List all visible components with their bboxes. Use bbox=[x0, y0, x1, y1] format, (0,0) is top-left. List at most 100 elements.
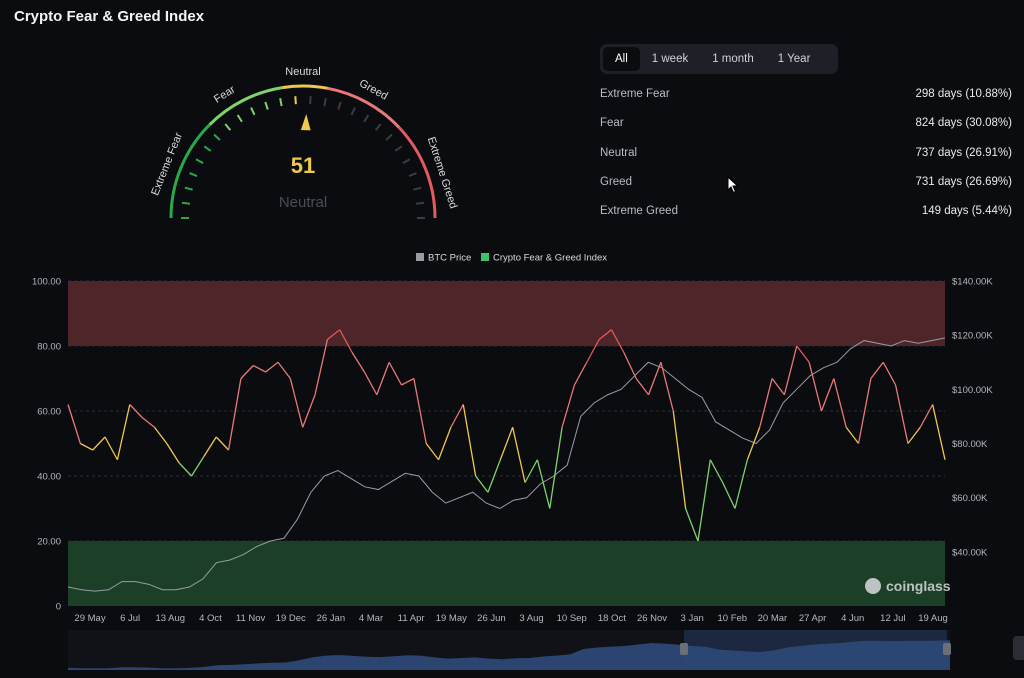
fear-greed-segment bbox=[524, 459, 538, 483]
gauge-tick bbox=[363, 114, 370, 123]
fear-greed-segment bbox=[265, 361, 279, 373]
gauge-tick bbox=[309, 96, 312, 105]
x-tick: 19 Dec bbox=[276, 613, 306, 624]
gauge-tick bbox=[294, 96, 297, 105]
gauge-tick bbox=[224, 123, 232, 131]
stat-value: 824 days (30.08%) bbox=[915, 117, 1012, 130]
gauge-tick bbox=[337, 101, 342, 110]
fear-greed-segment bbox=[437, 427, 452, 460]
gauge-tick bbox=[213, 133, 221, 141]
fear-greed-line bbox=[67, 329, 946, 542]
tab-1-week[interactable]: 1 week bbox=[640, 47, 700, 71]
stat-row-neutral: Neutral 737 days (26.91%) bbox=[600, 147, 1012, 176]
fear-greed-segment bbox=[709, 459, 724, 483]
gauge-pointer bbox=[300, 114, 311, 131]
fear-greed-segment bbox=[215, 436, 230, 451]
gauge-value: 51 bbox=[291, 153, 315, 178]
y-right-tick: $80.00K bbox=[952, 439, 988, 450]
fear-greed-segment bbox=[697, 459, 711, 542]
stat-label: Extreme Fear bbox=[600, 88, 670, 100]
scroll-handle[interactable] bbox=[1013, 636, 1024, 660]
fear-greed-segment bbox=[573, 361, 588, 386]
gauge-tick bbox=[385, 133, 393, 141]
page-title: Crypto Fear & Greed Index bbox=[14, 8, 205, 25]
y-left-tick: 60.00 bbox=[37, 407, 61, 418]
navigator-handle-right bbox=[943, 643, 951, 655]
x-tick: 3 Jan bbox=[681, 613, 704, 624]
fear-greed-segment bbox=[684, 508, 699, 542]
fear-greed-segment bbox=[351, 352, 365, 373]
x-tick: 12 Jul bbox=[880, 613, 905, 624]
stat-value: 737 days (26.91%) bbox=[915, 146, 1012, 159]
fear-greed-segment bbox=[190, 456, 205, 477]
gauge-zone-label: Extreme Fear bbox=[149, 131, 185, 198]
fear-greed-segment bbox=[104, 436, 118, 461]
zone-band-extreme-greed bbox=[68, 281, 945, 346]
fear-greed-segment bbox=[894, 384, 909, 444]
tab-1-year[interactable]: 1 Year bbox=[766, 47, 823, 71]
fear-greed-segment bbox=[647, 362, 662, 395]
y-left-tick: 80.00 bbox=[37, 342, 61, 353]
gauge-zone-label: Neutral bbox=[285, 66, 320, 78]
sentiment-stats: Extreme Fear 298 days (10.88%) Fear 824 … bbox=[600, 88, 1012, 234]
gauge-tick bbox=[394, 145, 403, 152]
x-tick: 6 Jul bbox=[120, 613, 140, 624]
x-tick: 20 Mar bbox=[758, 613, 788, 624]
gauge-tick bbox=[236, 114, 243, 123]
fear-greed-segment bbox=[67, 404, 81, 444]
gauge-tick bbox=[184, 186, 193, 191]
stat-row-greed: Greed 731 days (26.69%) bbox=[600, 176, 1012, 205]
coinglass-icon bbox=[865, 578, 881, 594]
x-tick: 11 Apr bbox=[398, 613, 425, 624]
gauge-tick bbox=[323, 97, 327, 107]
fear-greed-segment bbox=[141, 416, 155, 428]
mouse-cursor-icon bbox=[727, 176, 739, 194]
gauge-tick bbox=[413, 186, 422, 191]
x-tick: 26 Jan bbox=[317, 613, 346, 624]
y-right-tick: $40.00K bbox=[952, 547, 988, 558]
time-range-tabs: All 1 week 1 month 1 Year bbox=[600, 44, 838, 74]
fear-greed-segment bbox=[166, 443, 180, 464]
fear-greed-segment bbox=[907, 426, 921, 444]
gauge-tick bbox=[415, 201, 425, 205]
stat-row-extreme-greed: Extreme Greed 149 days (5.44%) bbox=[600, 205, 1012, 234]
fear-greed-segment bbox=[932, 404, 946, 460]
x-tick: 4 Jun bbox=[841, 613, 864, 624]
x-tick: 29 May bbox=[74, 613, 105, 624]
fear-greed-segment bbox=[363, 371, 378, 396]
stat-value: 298 days (10.88%) bbox=[915, 88, 1012, 100]
x-tick: 4 Oct bbox=[199, 613, 222, 624]
fear-greed-segment bbox=[227, 378, 242, 451]
fear-greed-segment bbox=[759, 378, 773, 428]
x-tick: 18 Oct bbox=[598, 613, 626, 624]
fear-greed-segment bbox=[401, 377, 415, 386]
fear-greed-segment bbox=[771, 378, 785, 396]
fear-greed-segment bbox=[512, 427, 526, 483]
fear-greed-gauge: 51NeutralExtreme FearFearNeutralGreedExt… bbox=[149, 66, 459, 219]
fear-greed-segment bbox=[252, 364, 266, 373]
gauge-arc bbox=[282, 84, 329, 90]
x-tick: 3 Aug bbox=[519, 613, 543, 624]
fear-greed-segment bbox=[153, 426, 168, 444]
tab-all[interactable]: All bbox=[603, 47, 640, 71]
x-tick: 4 Mar bbox=[359, 613, 383, 624]
fear-greed-segment bbox=[746, 427, 761, 460]
x-tick: 27 Apr bbox=[799, 613, 826, 624]
legend-swatch-btc bbox=[416, 253, 424, 261]
y-right-tick: $100.00K bbox=[952, 385, 993, 396]
stat-label: Fear bbox=[600, 117, 624, 130]
tab-1-month[interactable]: 1 month bbox=[700, 47, 766, 71]
fear-greed-segment bbox=[796, 345, 810, 363]
navigator-handle-left bbox=[680, 643, 688, 655]
fear-greed-segment bbox=[314, 339, 329, 395]
coinglass-logo: coinglass bbox=[865, 578, 951, 594]
fear-greed-segment bbox=[623, 352, 637, 379]
fear-greed-segment bbox=[425, 443, 440, 461]
fear-greed-segment bbox=[178, 462, 192, 477]
fear-greed-segment bbox=[722, 482, 736, 509]
fear-greed-segment bbox=[203, 436, 217, 457]
stat-value: 149 days (5.44%) bbox=[921, 205, 1012, 218]
x-tick: 11 Nov bbox=[236, 613, 266, 624]
y-left-tick: 0 bbox=[56, 602, 61, 613]
fear-greed-segment bbox=[549, 427, 563, 509]
